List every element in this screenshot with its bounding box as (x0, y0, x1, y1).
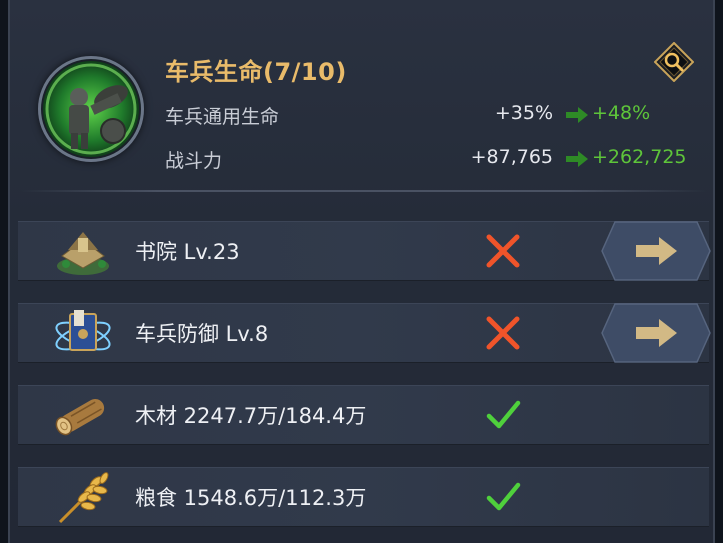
research-detail-panel: 车兵生命(7/10) 车兵通用生命 +35% +48% 战斗力 +87,765 … (8, 0, 715, 543)
stat-label-life: 车兵通用生命 (165, 106, 280, 128)
stat-next-power: +262,725 (592, 146, 687, 168)
requirement-text: 木材 2247.7万/184.4万 (135, 404, 367, 428)
requirement-text: 粮食 1548.6万/112.3万 (135, 486, 367, 510)
academy-icon (57, 232, 109, 275)
check-icon (486, 400, 521, 429)
green-arrow-icon (566, 107, 588, 123)
research-header: 车兵生命(7/10) 车兵通用生命 +35% +48% 战斗力 +87,765 … (10, 0, 717, 190)
requirement-row-academy: 书院 Lv.23 (18, 221, 711, 281)
grain-wheat-icon (58, 472, 109, 524)
requirement-text: 书院 Lv.23 (135, 240, 240, 264)
research-title: 车兵生命(7/10) (165, 58, 347, 86)
go-button[interactable] (601, 303, 711, 363)
magnifier-icon[interactable] (654, 42, 694, 82)
requirement-text: 车兵防御 Lv.8 (135, 322, 269, 346)
chariot-defense-book-icon (55, 310, 111, 351)
stat-current-power: +87,765 (470, 146, 553, 168)
cross-icon (486, 234, 520, 268)
go-button[interactable] (601, 221, 711, 281)
stat-current-life: +35% (494, 102, 553, 124)
check-icon (486, 482, 521, 511)
stat-label-power: 战斗力 (165, 150, 223, 172)
requirement-row-wood: 木材 2247.7万/184.4万 (18, 385, 709, 445)
wood-log-icon (55, 399, 105, 436)
requirement-row-chariot-defense: 车兵防御 Lv.8 (18, 303, 711, 363)
header-divider (20, 190, 707, 192)
requirement-row-grain: 粮食 1548.6万/112.3万 (18, 467, 709, 527)
green-arrow-icon (566, 151, 588, 167)
chariot-soldier-icon (38, 56, 144, 162)
stat-next-life: +48% (592, 102, 651, 124)
cross-icon (486, 316, 520, 350)
